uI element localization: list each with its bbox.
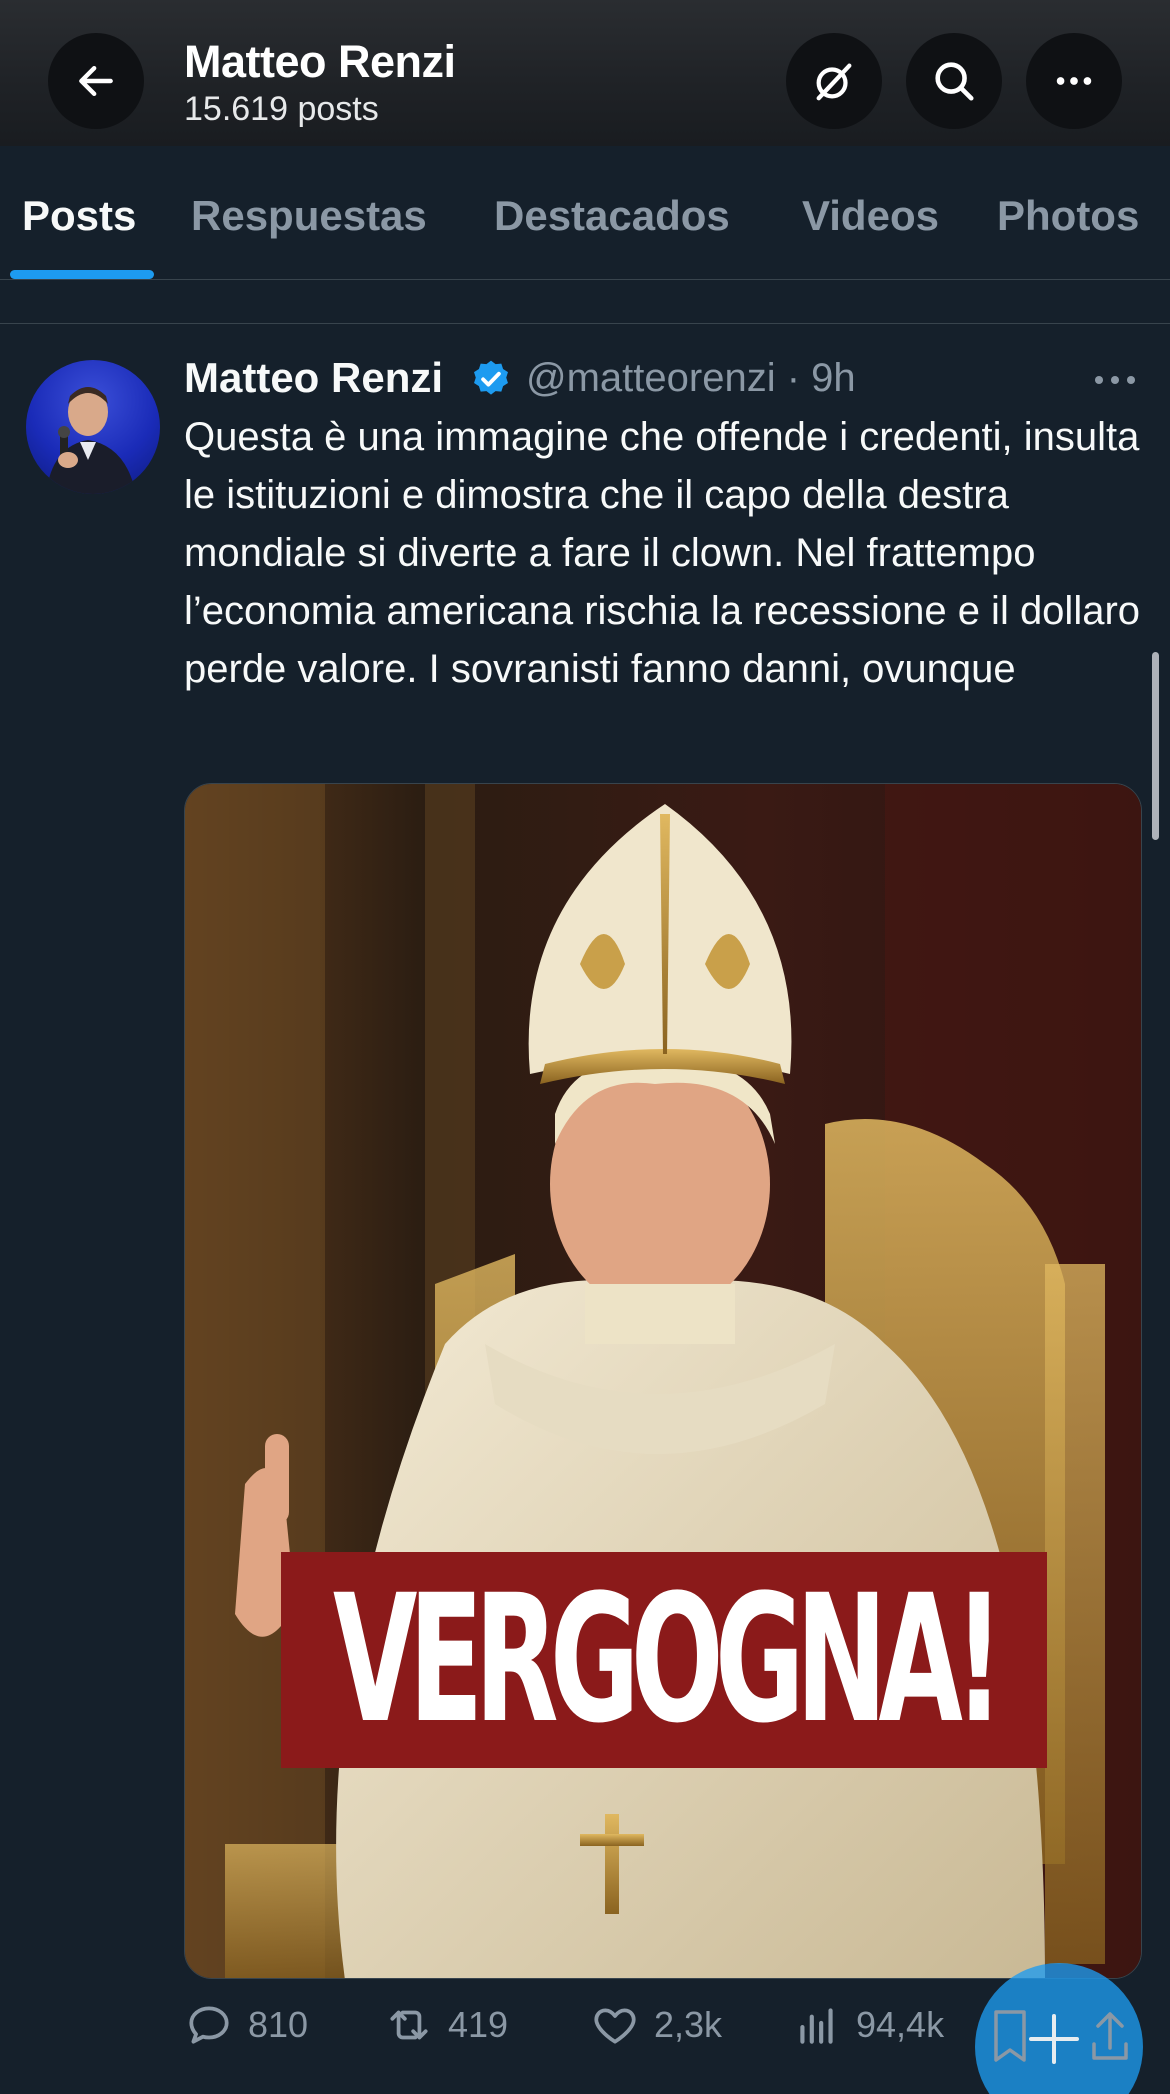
- like-icon: [594, 2008, 636, 2044]
- views-button[interactable]: 94,4k: [792, 2000, 944, 2050]
- active-tab-indicator: [10, 270, 154, 279]
- author-name[interactable]: Matteo Renzi: [184, 354, 443, 402]
- views-icon: [800, 2008, 833, 2044]
- reply-button[interactable]: 810: [184, 2000, 308, 2050]
- tab-destacados[interactable]: Destacados: [494, 192, 730, 240]
- search-button[interactable]: [906, 33, 1002, 129]
- like-count: 2,3k: [654, 2004, 723, 2045]
- post-text: Questa è una immagine che offende i cred…: [184, 415, 1141, 691]
- grok-icon: [816, 63, 852, 101]
- post-image[interactable]: VERGOGNA!: [184, 783, 1142, 1979]
- post-actions: 810 419 2,3k 94,4k: [184, 2000, 984, 2070]
- bookmark-icon[interactable]: [994, 2010, 1026, 2062]
- pope-image-illustration: [185, 784, 1141, 1978]
- more-button[interactable]: [1026, 33, 1122, 129]
- like-button[interactable]: 2,3k: [590, 2000, 722, 2050]
- repost-button[interactable]: 419: [384, 2000, 508, 2050]
- vergogna-banner: VERGOGNA!: [281, 1552, 1047, 1768]
- header-title: Matteo Renzi: [184, 36, 456, 87]
- tab-videos[interactable]: Videos: [802, 192, 939, 240]
- profile-tabs: Posts Respuestas Destacados Videos Photo…: [0, 146, 1170, 280]
- avatar[interactable]: [26, 360, 160, 494]
- fab-overlay-icons: [994, 2010, 1128, 2064]
- post-more-icon[interactable]: [1092, 360, 1138, 400]
- profile-header: Matteo Renzi 15.619 posts: [0, 0, 1170, 146]
- views-count: 94,4k: [856, 2004, 945, 2045]
- grok-button[interactable]: [786, 33, 882, 129]
- verified-badge-icon: [474, 360, 508, 395]
- back-arrow-icon: [79, 65, 113, 97]
- more-icon: [1056, 77, 1092, 85]
- repost-icon: [390, 2010, 428, 2040]
- search-icon: [935, 62, 974, 101]
- avatar-photo: [46, 387, 136, 494]
- back-button[interactable]: [48, 33, 144, 129]
- post-divider: [0, 323, 1170, 324]
- repost-count: 419: [448, 2004, 509, 2045]
- handle-and-time: @matteorenzi · 9h: [526, 356, 856, 400]
- reply-icon: [189, 2006, 229, 2044]
- tab-photos[interactable]: Photos: [997, 192, 1139, 240]
- post-count: 15.619 posts: [184, 90, 379, 128]
- reply-count: 810: [248, 2004, 309, 2045]
- tab-posts[interactable]: Posts: [22, 192, 136, 240]
- tab-respuestas[interactable]: Respuestas: [191, 192, 427, 240]
- scrollbar[interactable]: [1152, 652, 1159, 840]
- compose-plus-icon[interactable]: [1029, 2014, 1079, 2064]
- share-icon[interactable]: [1092, 2012, 1128, 2060]
